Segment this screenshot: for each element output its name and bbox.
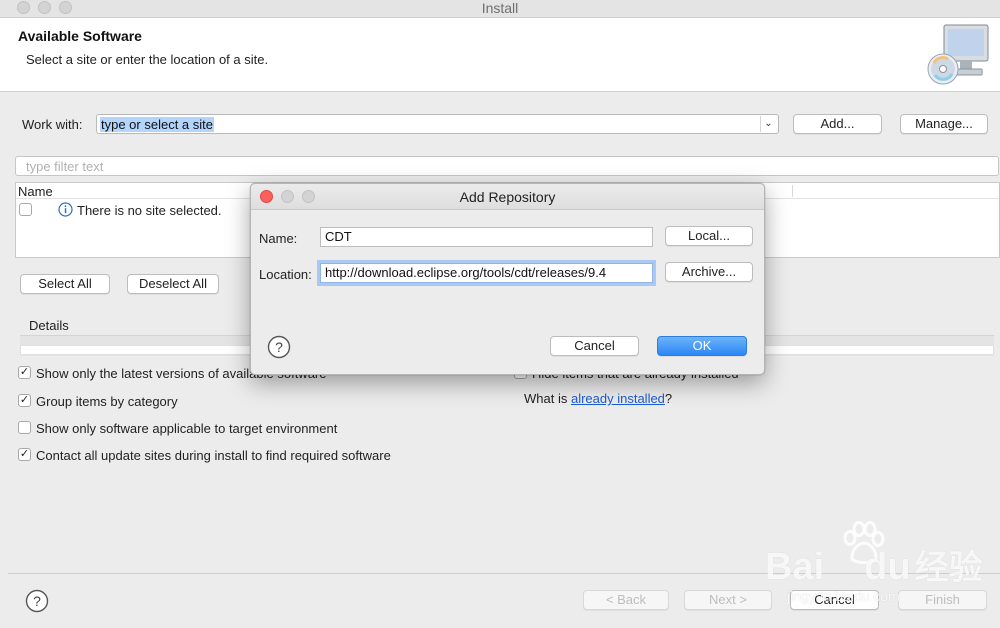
- what-is-prefix: What is: [524, 391, 571, 406]
- work-with-combo[interactable]: type or select a site ⌄: [96, 114, 779, 134]
- latest-versions-checkbox[interactable]: ✓: [18, 366, 31, 379]
- back-button[interactable]: < Back: [583, 590, 669, 610]
- window-titlebar: Install: [0, 0, 1000, 18]
- name-label: Name:: [259, 231, 298, 246]
- footer-separator: [8, 573, 1000, 574]
- what-is-suffix: ?: [664, 391, 673, 406]
- dialog-cancel-button[interactable]: Cancel: [550, 336, 639, 356]
- deselect-all-button[interactable]: Deselect All: [127, 274, 219, 294]
- dialog-titlebar: Add Repository: [251, 184, 764, 210]
- name-field[interactable]: CDT: [320, 227, 653, 247]
- location-label: Location:: [259, 267, 312, 282]
- watermark-brand-tail: du: [864, 546, 911, 588]
- location-field[interactable]: http://download.eclipse.org/tools/cdt/re…: [320, 263, 653, 283]
- already-installed-link[interactable]: already installed: [571, 391, 665, 406]
- contact-sites-label[interactable]: Contact all update sites during install …: [36, 448, 391, 463]
- next-button[interactable]: Next >: [684, 590, 772, 610]
- work-with-value[interactable]: type or select a site: [100, 117, 214, 132]
- contact-sites-checkbox[interactable]: ✓: [18, 448, 31, 461]
- column-separator[interactable]: [792, 185, 793, 197]
- archive-button[interactable]: Archive...: [665, 262, 753, 282]
- add-site-button[interactable]: Add...: [793, 114, 882, 134]
- window-title: Install: [481, 0, 519, 16]
- finish-button[interactable]: Finish: [898, 590, 987, 610]
- cancel-button[interactable]: Cancel: [790, 590, 879, 610]
- select-all-button[interactable]: Select All: [20, 274, 110, 294]
- svg-text:?: ?: [275, 339, 283, 355]
- filter-input[interactable]: type filter text: [15, 156, 999, 176]
- svg-text:?: ?: [33, 593, 41, 609]
- help-icon[interactable]: ?: [25, 589, 49, 613]
- page-header: Available Software Select a site or ente…: [0, 18, 1000, 92]
- dialog-help-icon[interactable]: ?: [267, 335, 291, 359]
- paw-logo-icon: [843, 521, 885, 564]
- manage-sites-button[interactable]: Manage...: [900, 114, 988, 134]
- column-name-header[interactable]: Name: [18, 184, 53, 199]
- page-title: Available Software: [18, 28, 142, 44]
- tree-item-checkbox[interactable]: [19, 203, 32, 216]
- work-with-label: Work with:: [22, 117, 83, 132]
- dialog-title: Add Repository: [459, 189, 556, 205]
- cd-monitor-icon: [927, 24, 989, 85]
- group-by-category-checkbox[interactable]: ✓: [18, 394, 31, 407]
- watermark-brand: Bai du 经验: [765, 540, 983, 589]
- local-button[interactable]: Local...: [665, 226, 753, 246]
- add-repository-dialog: Add Repository Name: CDT Local... Locati…: [250, 183, 765, 375]
- page-subtitle: Select a site or enter the location of a…: [26, 52, 269, 67]
- target-env-checkbox[interactable]: [18, 421, 31, 434]
- watermark-brand-head: Bai: [765, 546, 825, 588]
- chevron-down-icon[interactable]: ⌄: [760, 116, 776, 132]
- details-label: Details: [29, 318, 69, 333]
- target-env-label[interactable]: Show only software applicable to target …: [36, 421, 337, 436]
- group-by-category-label[interactable]: Group items by category: [36, 394, 178, 409]
- what-is-installed-text: What is already installed?: [524, 391, 672, 406]
- filter-placeholder: type filter text: [26, 159, 104, 174]
- info-icon: [58, 202, 73, 217]
- dialog-ok-button[interactable]: OK: [657, 336, 747, 356]
- watermark-cn: 经验: [914, 549, 983, 587]
- tree-empty-message: There is no site selected.: [77, 203, 222, 218]
